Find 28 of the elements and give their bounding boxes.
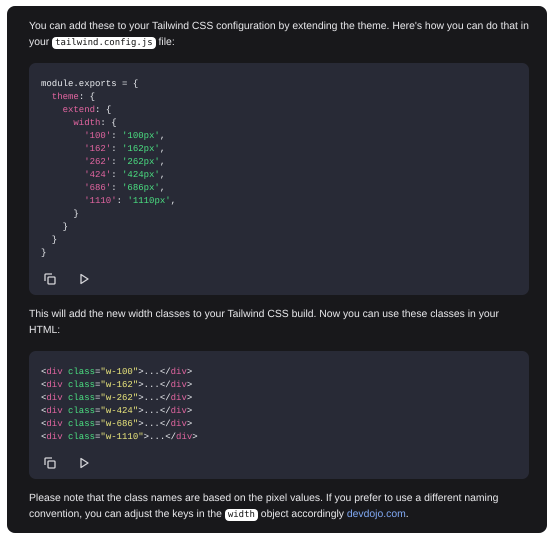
code-line: '262': '262px', (83, 156, 166, 169)
code-line: } (62, 221, 70, 234)
code-line: '162': '162px', (83, 143, 166, 156)
code-line: '1110': '1110px', (83, 195, 178, 208)
code-line: <div class="w-262">...</div> (41, 392, 194, 405)
code-line: '686': '686px', (83, 182, 166, 195)
code-line: <div class="w-424">...</div> (41, 405, 194, 418)
inline-code: tailwind.config.js (52, 37, 156, 49)
code-line: } (41, 247, 48, 260)
code-line: module.exports = { (41, 78, 140, 91)
paragraph: This will add the new width classes to your Tailwind CSS build. Now you can use these classes in your HTML: (29, 308, 500, 338)
code-line: width: { (72, 117, 118, 130)
code-line: } (50, 234, 58, 247)
code-line: theme: { (50, 91, 96, 104)
paragraph: Please note that the class names are based on the pixel values. If you prefer to use a different naming convention, you can adjust the keys in the width object accordingly devdojo.com. (29, 492, 500, 523)
code-line: <div class="w-1110">...</div> (41, 431, 199, 444)
link[interactable]: devdojo.com (346, 509, 406, 520)
copy-icon[interactable] (43, 272, 57, 286)
code-line: <div class="w-686">...</div> (41, 418, 194, 431)
copy-icon[interactable] (43, 456, 57, 470)
paragraph: You can add these to your Tailwind CSS configuration by extending the theme. Here's how you can do that in your tailwind.config.js file: (29, 20, 529, 51)
code-line: extend: { (62, 104, 112, 117)
code-line: } (72, 208, 80, 221)
code-line: <div class="w-100">...</div> (41, 366, 194, 379)
code-line: <div class="w-162">...</div> (41, 379, 194, 392)
code-line: '424': '424px', (83, 169, 166, 182)
code-line: '100': '100px', (83, 130, 166, 143)
inline-code: width (224, 509, 258, 521)
